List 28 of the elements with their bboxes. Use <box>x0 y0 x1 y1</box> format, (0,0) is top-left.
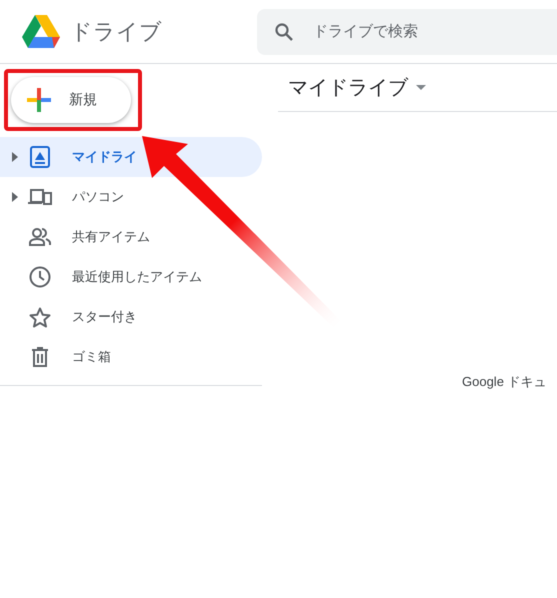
drive-logo-icon <box>22 15 60 48</box>
nav-label: スター付き <box>72 308 137 326</box>
people-icon <box>29 228 51 246</box>
caret-icon[interactable] <box>416 85 426 90</box>
nav-label: 共有アイテム <box>72 228 150 246</box>
search-field[interactable]: ドライブで検索 <box>257 8 557 54</box>
nav-item[interactable]: ゴミ箱 <box>0 337 262 377</box>
nav-item[interactable]: 最近使用したアイテム <box>0 257 262 297</box>
nav-item[interactable]: 共有アイテム <box>0 217 262 257</box>
nav-label: パソコン <box>72 188 124 206</box>
computer-icon <box>28 188 52 206</box>
expand-triangle-icon[interactable] <box>12 152 18 162</box>
footer-text: Google ドキュ <box>462 373 547 391</box>
nav-label: ゴミ箱 <box>72 348 111 366</box>
trash-icon <box>31 347 49 367</box>
plus-icon <box>27 88 51 112</box>
search-icon <box>275 22 293 40</box>
nav-label: マイドライ <box>72 148 137 166</box>
nav-item[interactable]: パソコン <box>0 177 262 217</box>
drive-folder-icon <box>29 146 51 168</box>
expand-triangle-icon[interactable] <box>12 192 18 202</box>
star-icon <box>29 306 51 328</box>
nav-label: 最近使用したアイテム <box>72 268 202 286</box>
clock-icon <box>29 266 51 288</box>
page-title: マイドライブ <box>288 76 408 101</box>
new-button[interactable]: 新規 <box>11 77 131 123</box>
app-title: ドライブ <box>70 18 162 46</box>
nav-item[interactable]: スター付き <box>0 297 262 337</box>
